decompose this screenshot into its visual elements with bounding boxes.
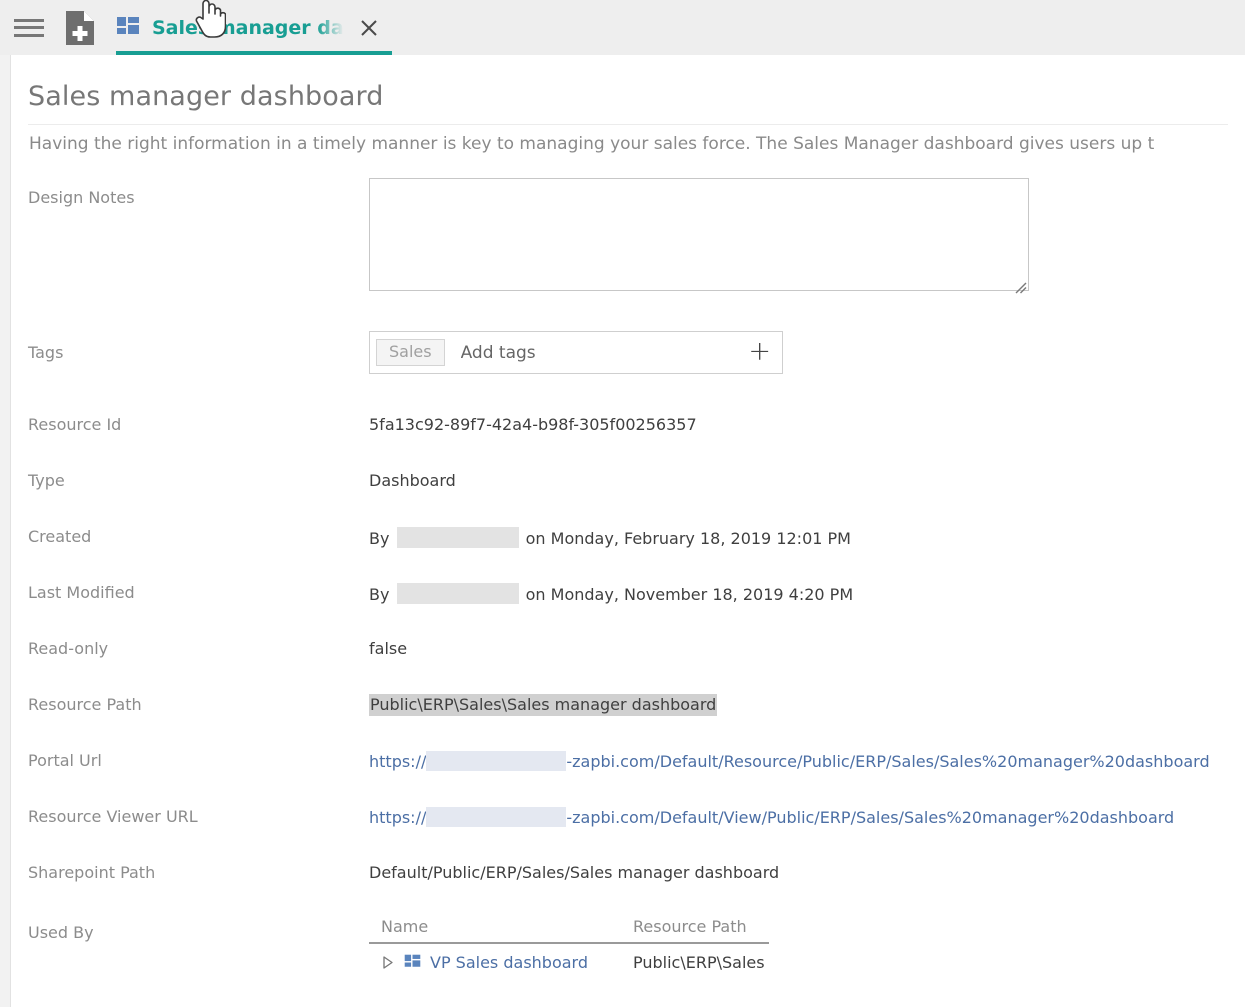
table-header-row: Name Resource Path [369,917,769,944]
viewer-url-suffix: -zapbi.com/Default/View/Public/ERP/Sales… [566,808,1175,827]
portal-url-suffix: -zapbi.com/Default/Resource/Public/ERP/S… [566,752,1210,771]
portal-url-prefix: https:// [369,752,427,771]
expand-triangle-glyph [383,956,393,969]
row-resource-viewer-url: Resource Viewer URL https:// -zapbi.com/D… [11,805,1245,861]
row-last-modified: Last Modified By on Monday, November 18,… [11,581,1245,637]
viewer-url-prefix: https:// [369,808,427,827]
table-row[interactable]: VP Sales dashboard Public\ERP\Sales [369,943,769,972]
hamburger-line [14,33,44,37]
row-portal-url: Portal Url https:// -zapbi.com/Default/Re… [11,749,1245,805]
value-read-only: false [369,639,408,658]
created-author-redacted [396,527,519,548]
resource-details-panel: Sales manager dashboard Having the right… [11,55,1245,1007]
value-used-by: Name Resource Path VP Sales dashboard Pu… [369,917,1245,972]
row-resource-path: Resource Path Public\ERP\Sales\Sales man… [11,693,1245,749]
tab-sales-manager-dashboard[interactable]: Sales manager dashb [102,0,392,55]
row-type: Type Dashboard [11,469,1245,525]
resource-path-text: Public\ERP\Sales\Sales manager dashboard [369,694,718,716]
created-timestamp: on Monday, February 18, 2019 12:01 PM [525,529,851,548]
row-sharepoint-path: Sharepoint Path Default/Public/ERP/Sales… [11,861,1245,917]
label-created: Created [28,527,92,546]
tags-input[interactable] [458,341,747,364]
row-created: Created By on Monday, February 18, 2019 … [11,525,1245,581]
row-read-only: Read-only false [11,637,1245,693]
hamburger-line [14,26,44,29]
label-resource-viewer-url: Resource Viewer URL [28,807,198,826]
close-icon[interactable] [358,17,380,39]
used-by-name-link[interactable]: VP Sales dashboard [430,953,588,972]
used-by-table: Name Resource Path VP Sales dashboard Pu… [369,917,769,972]
design-notes-textarea[interactable] [369,178,1029,291]
details-form: Design Notes Tags Sales Add tags + Resou… [11,178,1245,972]
label-read-only: Read-only [28,639,109,658]
toolbar-icon-group [0,0,94,55]
value-last-modified: By on Monday, November 18, 2019 4:20 PM [369,581,1245,604]
page-description: Having the right information in a timely… [29,134,1155,154]
tags-input-container[interactable]: Sales + [369,331,783,374]
portal-url-host-redacted [426,751,567,771]
value-tags: Sales + [369,331,1245,374]
viewer-url-host-redacted [426,807,567,827]
column-header-name: Name [369,917,633,944]
column-header-resource-path: Resource Path [633,917,769,944]
plus-icon[interactable]: + [746,338,773,368]
used-by-table-body: VP Sales dashboard Public\ERP\Sales [369,943,769,972]
label-last-modified: Last Modified [28,583,135,602]
label-resource-path: Resource Path [28,695,142,714]
value-created: By on Monday, February 18, 2019 12:01 PM [369,525,1245,548]
left-gutter [0,55,11,1007]
row-resource-id: Resource Id 5fa13c92-89f7-42a4-b98f-305f… [11,413,1245,469]
value-resource-path: Public\ERP\Sales\Sales manager dashboard [369,693,1245,716]
value-design-notes [369,178,1245,295]
dashboard-glyph [404,954,421,967]
value-resource-id: 5fa13c92-89f7-42a4-b98f-305f00256357 [369,415,697,434]
dashboard-glyph [117,16,139,34]
label-sharepoint-path: Sharepoint Path [28,863,156,882]
label-resource-id: Resource Id [28,415,122,434]
value-portal-url[interactable]: https:// -zapbi.com/Default/Resource/Publ… [369,749,1245,771]
row-used-by: Used By Name Resource Path VP Sales dash… [11,917,1245,972]
label-tags: Tags [28,343,64,362]
expand-triangle-icon[interactable] [381,956,395,969]
label-portal-url: Portal Url [28,751,102,770]
used-by-table-head: Name Resource Path [369,917,769,944]
page-title: Sales manager dashboard [28,81,384,112]
row-tags: Tags Sales + [11,331,1245,413]
tag-chip-sales[interactable]: Sales [376,339,445,366]
modified-timestamp: on Monday, November 18, 2019 4:20 PM [525,585,854,604]
label-type: Type [28,471,65,490]
row-design-notes: Design Notes [11,178,1245,331]
new-document-glyph [66,10,94,45]
dashboard-icon [116,16,140,40]
new-document-icon[interactable] [66,10,94,45]
cell-resource-path: Public\ERP\Sales [633,953,765,972]
label-design-notes: Design Notes [28,188,135,207]
modified-by-prefix: By [369,585,390,604]
label-used-by: Used By [28,923,94,942]
dashboard-icon [404,954,421,971]
hamburger-menu-icon[interactable] [14,17,44,39]
name-cell-content: VP Sales dashboard [381,953,633,972]
modified-author-redacted [396,583,519,604]
value-type: Dashboard [369,471,456,490]
top-toolbar: Sales manager dashb [0,0,1245,55]
tab-strip: Sales manager dashb [102,0,392,55]
title-divider [28,124,1228,125]
hamburger-line [14,18,44,22]
tab-label: Sales manager dashb [152,16,344,39]
value-sharepoint-path: Default/Public/ERP/Sales/Sales manager d… [369,863,780,882]
close-glyph [361,19,377,36]
design-notes-wrapper [369,178,1029,295]
created-by-prefix: By [369,529,390,548]
cell-name: VP Sales dashboard [369,943,633,972]
value-resource-viewer-url[interactable]: https:// -zapbi.com/Default/View/Public/E… [369,805,1245,827]
